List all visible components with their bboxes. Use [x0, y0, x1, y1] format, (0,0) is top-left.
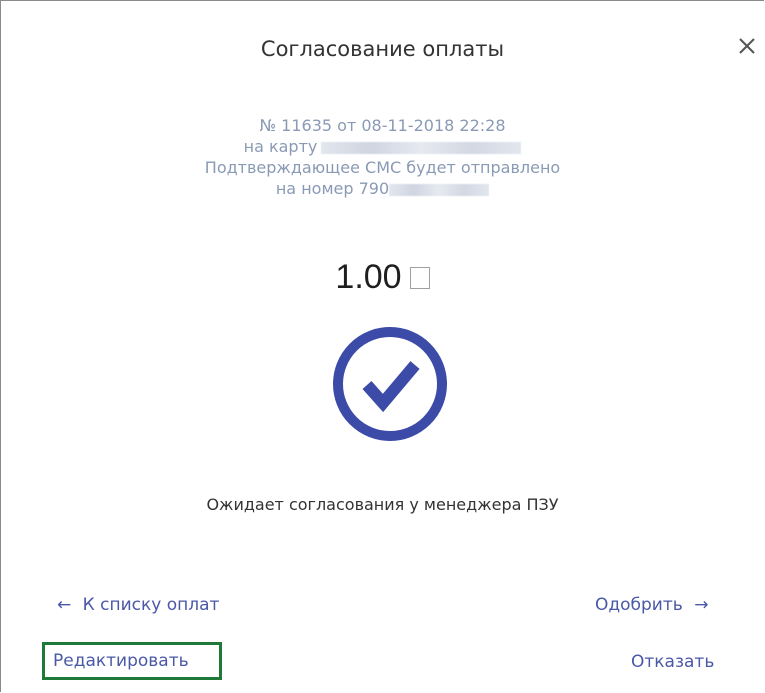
amount-value: 1.00	[335, 258, 402, 296]
card-line: на карту	[1, 136, 764, 157]
checkmark-circle-icon	[331, 325, 449, 443]
phone-label: на номер 790	[275, 179, 390, 198]
reject-button[interactable]: Отказать	[631, 652, 714, 672]
back-label: К списку оплат	[82, 595, 220, 615]
payment-amount: 1.00	[1, 258, 764, 297]
phone-line: на номер 790	[1, 178, 764, 199]
approve-label: Одобрить	[595, 595, 683, 615]
dialog-title: Согласование оплаты	[260, 37, 505, 61]
back-to-payments-link[interactable]: ← К списку оплат	[51, 595, 219, 615]
edit-button[interactable]: Редактировать	[53, 651, 189, 671]
status-text: Ожидает согласования у менеджера ПЗУ	[206, 495, 559, 514]
currency-symbol-icon	[409, 267, 430, 289]
masked-card-number	[321, 141, 522, 154]
arrow-left-icon: ←	[57, 595, 72, 615]
payment-approval-dialog: Согласование оплаты № 11635 от 08-11-201…	[0, 0, 764, 692]
close-icon[interactable]	[734, 33, 760, 59]
payment-info: № 11635 от 08-11-2018 22:28 на карту Под…	[1, 115, 764, 199]
arrow-right-icon: →	[694, 595, 709, 615]
payment-number-date: № 11635 от 08-11-2018 22:28	[259, 116, 506, 135]
approve-button[interactable]: Одобрить →	[595, 595, 714, 615]
card-label: на карту	[243, 137, 318, 156]
sms-notice: Подтверждающее СМС будет отправлено	[204, 158, 561, 177]
masked-phone-number	[389, 183, 490, 196]
